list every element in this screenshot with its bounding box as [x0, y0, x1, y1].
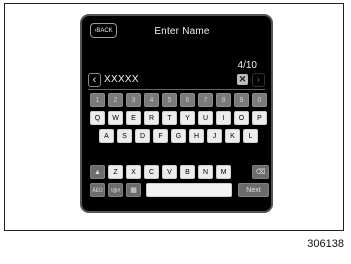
number-key-1[interactable]: 1 — [90, 93, 105, 107]
back-label: BACK — [96, 28, 113, 34]
cursor-left-button[interactable]: ‹ — [88, 73, 101, 87]
number-key-4[interactable]: 4 — [144, 93, 159, 107]
letter-key-x[interactable]: X — [126, 165, 141, 179]
letter-key-l[interactable]: L — [243, 129, 258, 143]
symbols-key[interactable]: !@# — [108, 183, 123, 197]
letter-key-c[interactable]: C — [144, 165, 159, 179]
keyboard-icon: ▦ — [130, 187, 137, 194]
letter-key-e[interactable]: E — [126, 111, 141, 125]
letter-key-u[interactable]: U — [198, 111, 213, 125]
next-key[interactable]: Next — [238, 183, 269, 197]
page-title: Enter Name — [154, 26, 210, 37]
shift-arrow-icon: ▲ — [94, 169, 101, 176]
number-key-6[interactable]: 6 — [180, 93, 195, 107]
letter-key-a[interactable]: A — [99, 129, 114, 143]
number-key-9[interactable]: 9 — [234, 93, 249, 107]
space-key[interactable] — [146, 183, 232, 197]
backspace-key[interactable]: ⌫ — [252, 165, 269, 179]
number-key-2[interactable]: 2 — [108, 93, 123, 107]
cursor-right-button[interactable]: › — [252, 73, 265, 87]
number-key-5[interactable]: 5 — [162, 93, 177, 107]
accent-chars-key[interactable]: ÂÉÜ — [90, 183, 105, 197]
letter-key-q[interactable]: Q — [90, 111, 105, 125]
back-button[interactable]: ‹BACK — [90, 23, 117, 38]
name-input[interactable]: XXXXX — [104, 74, 139, 85]
letter-key-j[interactable]: J — [207, 129, 222, 143]
letter-key-f[interactable]: F — [153, 129, 168, 143]
close-icon: ✕ — [238, 74, 247, 84]
letter-key-d[interactable]: D — [135, 129, 150, 143]
letter-key-m[interactable]: M — [216, 165, 231, 179]
letter-key-g[interactable]: G — [171, 129, 186, 143]
keyboard-switch-key[interactable]: ▦ — [126, 183, 141, 197]
letter-key-n[interactable]: N — [198, 165, 213, 179]
character-counter: 4/10 — [237, 60, 257, 71]
number-key-8[interactable]: 8 — [216, 93, 231, 107]
letter-key-y[interactable]: Y — [180, 111, 195, 125]
letter-key-p[interactable]: P — [252, 111, 267, 125]
clear-button[interactable]: ✕ — [237, 74, 248, 85]
letter-key-r[interactable]: R — [144, 111, 159, 125]
letter-key-w[interactable]: W — [108, 111, 123, 125]
letter-key-t[interactable]: T — [162, 111, 177, 125]
letter-key-s[interactable]: S — [117, 129, 132, 143]
shift-key[interactable]: ▲ — [90, 165, 105, 179]
letter-key-i[interactable]: I — [216, 111, 231, 125]
letter-key-k[interactable]: K — [225, 129, 240, 143]
figure-number: 306138 — [307, 238, 344, 250]
letter-key-h[interactable]: H — [189, 129, 204, 143]
name-entry-screen: ‹BACK Enter Name 4/10 ‹ XXXXX ✕ › ▲ ⌫ ÂÉ… — [80, 14, 273, 213]
number-key-7[interactable]: 7 — [198, 93, 213, 107]
letter-key-v[interactable]: V — [162, 165, 177, 179]
chevron-left-icon: ‹ — [92, 74, 97, 86]
input-underline — [88, 89, 265, 90]
number-key-0[interactable]: 0 — [252, 93, 267, 107]
chevron-right-icon: › — [256, 74, 261, 86]
letter-key-b[interactable]: B — [180, 165, 195, 179]
letter-key-z[interactable]: Z — [108, 165, 123, 179]
letter-key-o[interactable]: O — [234, 111, 249, 125]
backspace-icon: ⌫ — [255, 169, 266, 176]
number-key-3[interactable]: 3 — [126, 93, 141, 107]
